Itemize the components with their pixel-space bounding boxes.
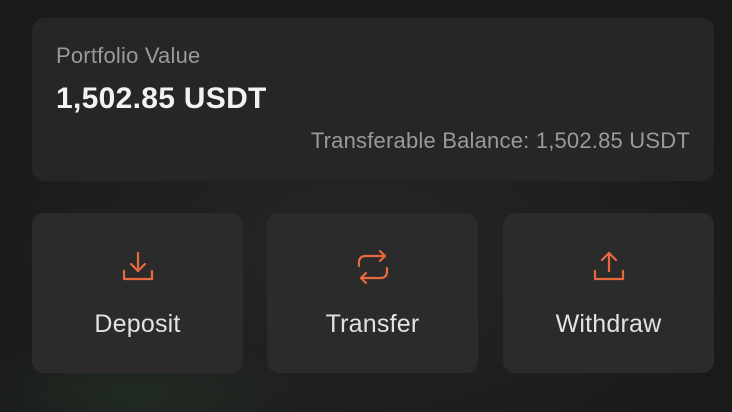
transfer-button[interactable]: Transfer — [267, 213, 478, 373]
portfolio-card: Portfolio Value 1,502.85 USDT Transferab… — [32, 18, 714, 181]
deposit-button[interactable]: Deposit — [32, 213, 243, 373]
withdraw-label: Withdraw — [555, 310, 662, 338]
portfolio-value-amount: 1,502.85 USDT — [56, 82, 267, 115]
transfer-arrows-icon — [353, 247, 393, 287]
deposit-label: Deposit — [94, 310, 181, 338]
portfolio-value-label: Portfolio Value — [56, 43, 201, 68]
wallet-screen: Portfolio Value 1,502.85 USDT Transferab… — [0, 0, 732, 412]
transferable-balance: Transferable Balance: 1,502.85 USDT — [310, 128, 690, 153]
transfer-label: Transfer — [325, 310, 420, 338]
withdraw-button[interactable]: Withdraw — [503, 213, 714, 373]
upload-icon — [589, 247, 629, 287]
action-buttons: Deposit Transfer Withdraw — [32, 213, 714, 373]
download-icon — [118, 247, 158, 287]
